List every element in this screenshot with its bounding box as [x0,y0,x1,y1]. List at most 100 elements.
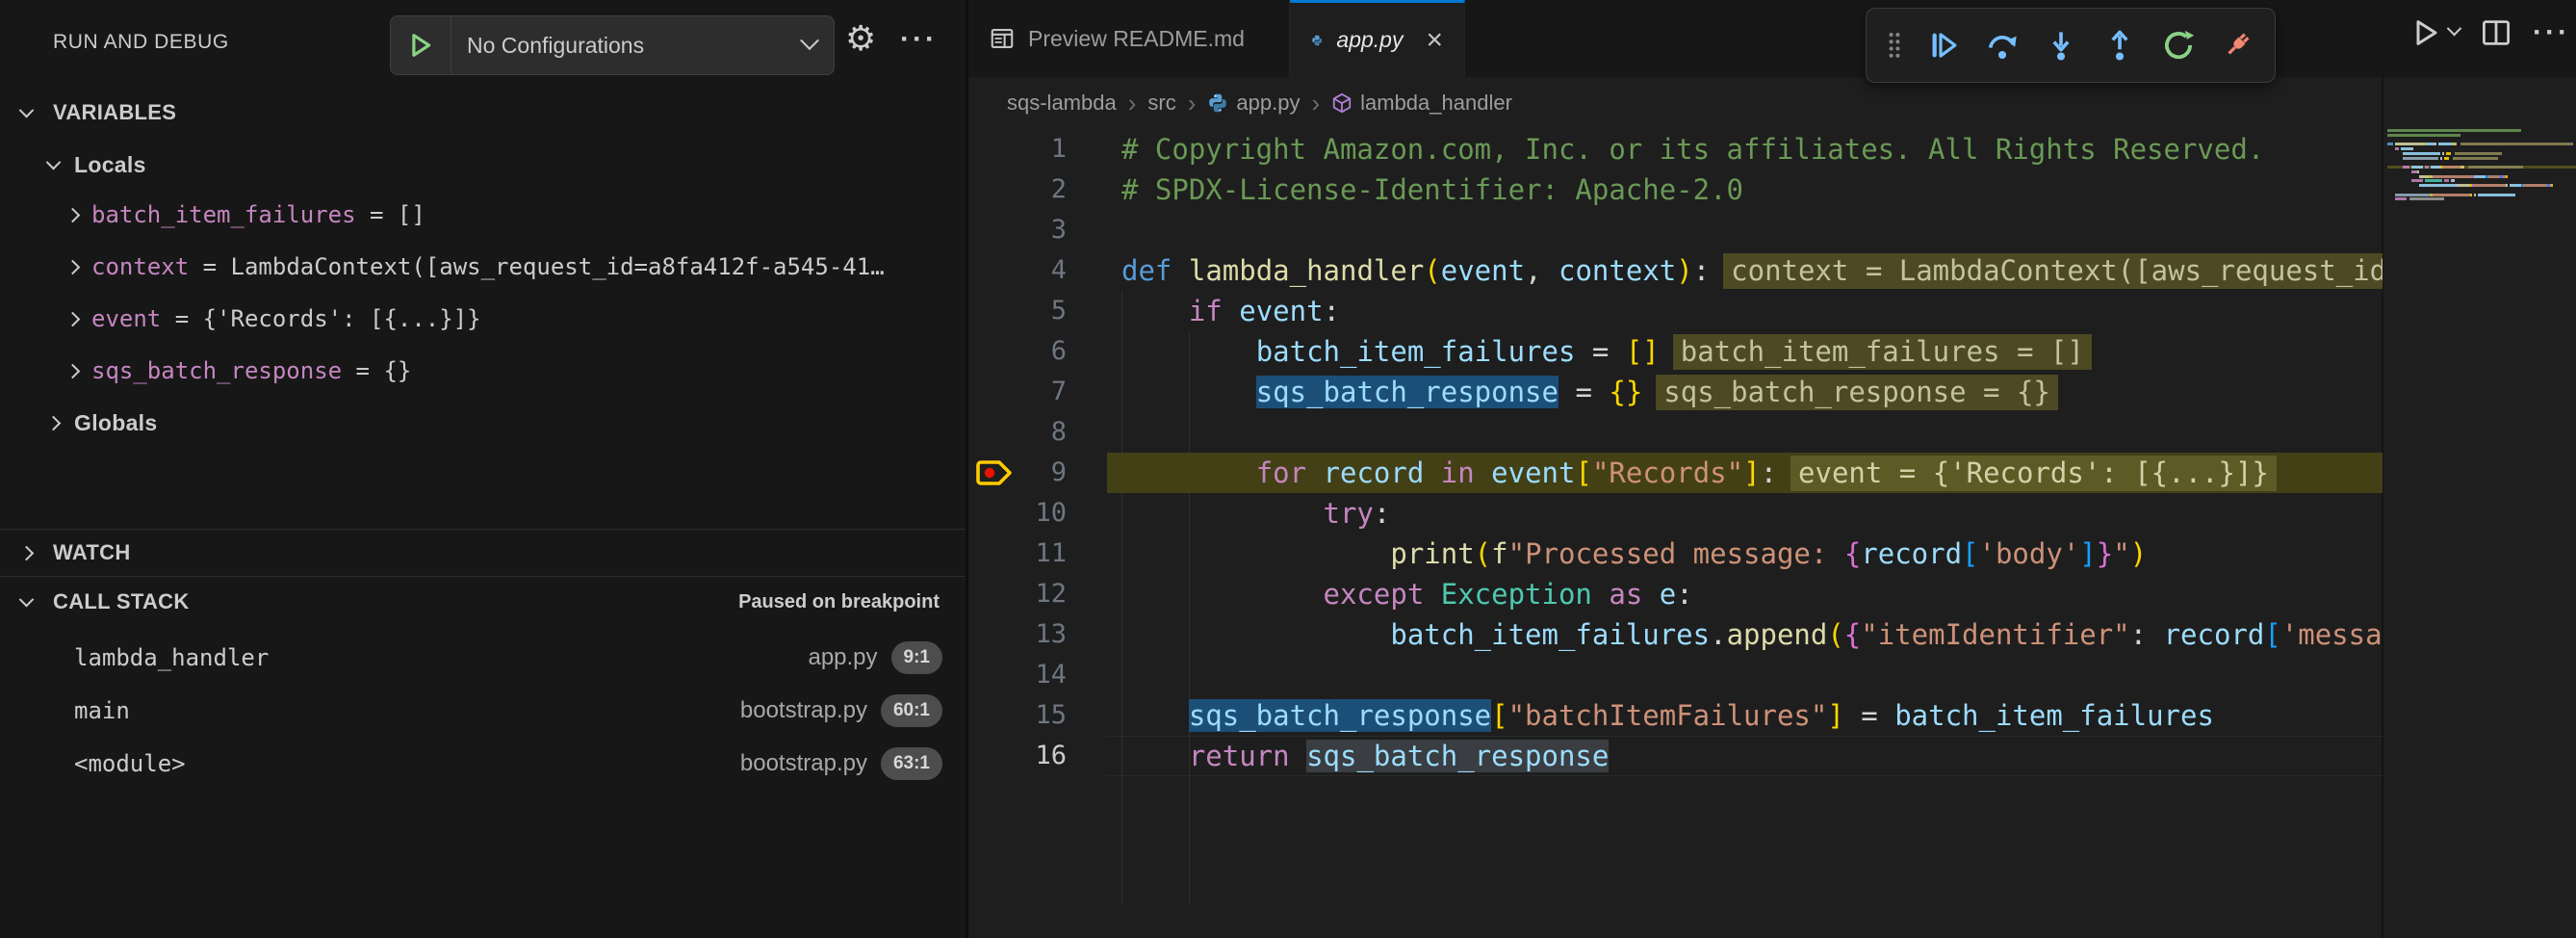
code-line-content[interactable]: # SPDX-License-Identifier: Apache-2.0 [1107,169,2383,210]
line-number[interactable]: 15 [968,695,1067,736]
stack-frame-row[interactable]: lambda_handlerapp.py9:1 [0,632,966,684]
continue-button[interactable] [1922,24,1965,66]
code-line-content[interactable]: return sqs_batch_response [1107,736,2383,776]
stack-frame-row[interactable]: <module>bootstrap.py63:1 [0,738,966,790]
line-number[interactable]: 6 [968,331,1067,372]
chevron-down-icon [0,108,53,118]
line-number[interactable]: 7 [968,372,1067,412]
play-icon [406,31,435,60]
variable-row[interactable]: context = LambdaContext([aws_request_id=… [0,241,966,293]
line-number[interactable]: 16 [968,736,1067,776]
breadcrumb-item-lambda-handler[interactable]: lambda_handler [1331,91,1512,116]
chevron-right-icon [32,418,74,429]
line-number[interactable]: 13 [968,614,1067,655]
restart-button[interactable] [2157,24,2200,66]
breakpoint-pointer[interactable] [976,456,1015,494]
line-number[interactable]: 12 [968,574,1067,614]
tab-app-py[interactable]: app.py × [1290,0,1465,77]
run-and-debug-panel: RUN AND DEBUG No Configurations ⚙ ··· VA… [0,0,966,938]
line-number[interactable]: 11 [968,534,1067,574]
close-icon[interactable]: × [1426,26,1443,55]
call-stack-section-header[interactable]: CALL STACK Paused on breakpoint [0,578,966,626]
code-line-content[interactable] [1107,412,2383,453]
step-into-button[interactable] [2040,24,2082,66]
breadcrumb-item-sqs-lambda[interactable]: sqs-lambda [1007,91,1117,116]
chevron-right-icon [53,210,91,221]
code-line-content[interactable]: for record in event["Records"]:event = {… [1107,453,2383,493]
line-number[interactable]: 8 [968,412,1067,453]
toolbar-gripper[interactable] [1883,24,1906,66]
code-line: 8 [968,412,2383,453]
inline-debug-value: event = {'Records': [{...}]} [1790,456,2277,491]
frame-file: bootstrap.py [740,697,867,724]
more-actions-icon[interactable]: ··· [2533,18,2570,47]
minimap[interactable] [2387,129,2576,245]
word-highlight: sqs_batch_response [1189,699,1491,732]
code-line-content[interactable]: sqs_batch_response["batchItemFailures"] … [1107,695,2383,736]
variable-row[interactable]: event = {'Records': [{...}]} [0,293,966,345]
split-editor-button[interactable] [2481,17,2512,48]
code-line: 10 try: [968,493,2383,534]
code-line: 7 sqs_batch_response = {}sqs_batch_respo… [968,372,2383,412]
minimap-line [2387,179,2576,182]
tab-preview-readme[interactable]: Preview README.md [968,0,1290,77]
line-number[interactable]: 5 [968,291,1067,331]
frame-name: <module> [74,750,186,777]
code-line-content[interactable]: print(f"Processed message: {record['body… [1107,534,2383,574]
disconnect-button[interactable] [2216,24,2258,66]
more-actions-icon[interactable]: ··· [900,25,938,54]
start-debugging-button[interactable] [391,16,451,74]
inline-debug-value: context = LambdaContext([aws_request_id=… [1723,253,2383,289]
code-line-content[interactable]: batch_item_failures.append({"itemIdentif… [1107,614,2383,655]
code-line-content[interactable]: # Copyright Amazon.com, Inc. or its affi… [1107,129,2383,169]
minimap-line [2387,166,2576,169]
line-number[interactable]: 14 [968,655,1067,695]
variable-row[interactable]: batch_item_failures = [] [0,189,966,241]
code-line-content[interactable] [1107,655,2383,695]
continue-icon [1927,29,1960,62]
step-over-button[interactable] [1981,24,2023,66]
code-line-content[interactable]: except Exception as e: [1107,574,2383,614]
code-editor[interactable]: 1 # Copyright Amazon.com, Inc. or its aff… [968,129,2383,938]
breadcrumb-item-src[interactable]: src [1147,91,1175,116]
scope-globals[interactable]: Globals [0,397,966,449]
code-line-content[interactable]: if event: [1107,291,2383,331]
breakpoint-current-line-icon[interactable] [976,456,1015,489]
breadcrumb-item-app-py[interactable]: app.py [1207,91,1300,116]
frame-file: app.py [808,644,877,671]
code-line-content[interactable]: sqs_batch_response = {}sqs_batch_respons… [1107,372,2383,412]
variables-section-header[interactable]: VARIABLES [0,89,966,137]
line-number[interactable]: 3 [968,210,1067,250]
minimap-line [2387,175,2576,178]
launch-configuration-dropdown[interactable]: No Configurations [390,15,835,75]
step-over-icon [1986,29,2019,62]
line-number[interactable]: 2 [968,169,1067,210]
word-highlight: sqs_batch_response [1256,376,1558,408]
line-number[interactable]: 1 [968,129,1067,169]
watch-section-header[interactable]: WATCH [0,530,966,576]
inline-debug-value: batch_item_failures = [] [1673,334,2092,370]
code-line: 5 if event: [968,291,2383,331]
code-line: 14 [968,655,2383,695]
code-line-content[interactable] [1107,210,2383,250]
scope-locals[interactable]: Locals [0,139,966,191]
frame-file: bootstrap.py [740,750,867,777]
breadcrumb-label: app.py [1236,91,1300,116]
step-out-button[interactable] [2099,24,2141,66]
run-python-file-button[interactable] [2410,17,2460,48]
restart-icon [2162,29,2195,62]
code-line-content[interactable]: batch_item_failures = []batch_item_failu… [1107,331,2383,372]
variable-row[interactable]: sqs_batch_response = {} [0,345,966,397]
gear-icon[interactable]: ⚙ [845,21,876,56]
code-line: 2 # SPDX-License-Identifier: Apache-2.0 [968,169,2383,210]
equals-sign: = [342,357,383,384]
line-number[interactable]: 4 [968,250,1067,291]
code-line-content[interactable]: try: [1107,493,2383,534]
line-number[interactable]: 10 [968,493,1067,534]
code-line-content[interactable]: def lambda_handler(event, context):conte… [1107,250,2383,291]
code-line: 11 print(f"Processed message: {record['b… [968,534,2383,574]
stack-frame-row[interactable]: mainbootstrap.py60:1 [0,685,966,737]
minimap-line [2387,194,2576,196]
code-line: 6 batch_item_failures = []batch_item_fai… [968,331,2383,372]
editor-actions: ··· [2410,17,2570,48]
